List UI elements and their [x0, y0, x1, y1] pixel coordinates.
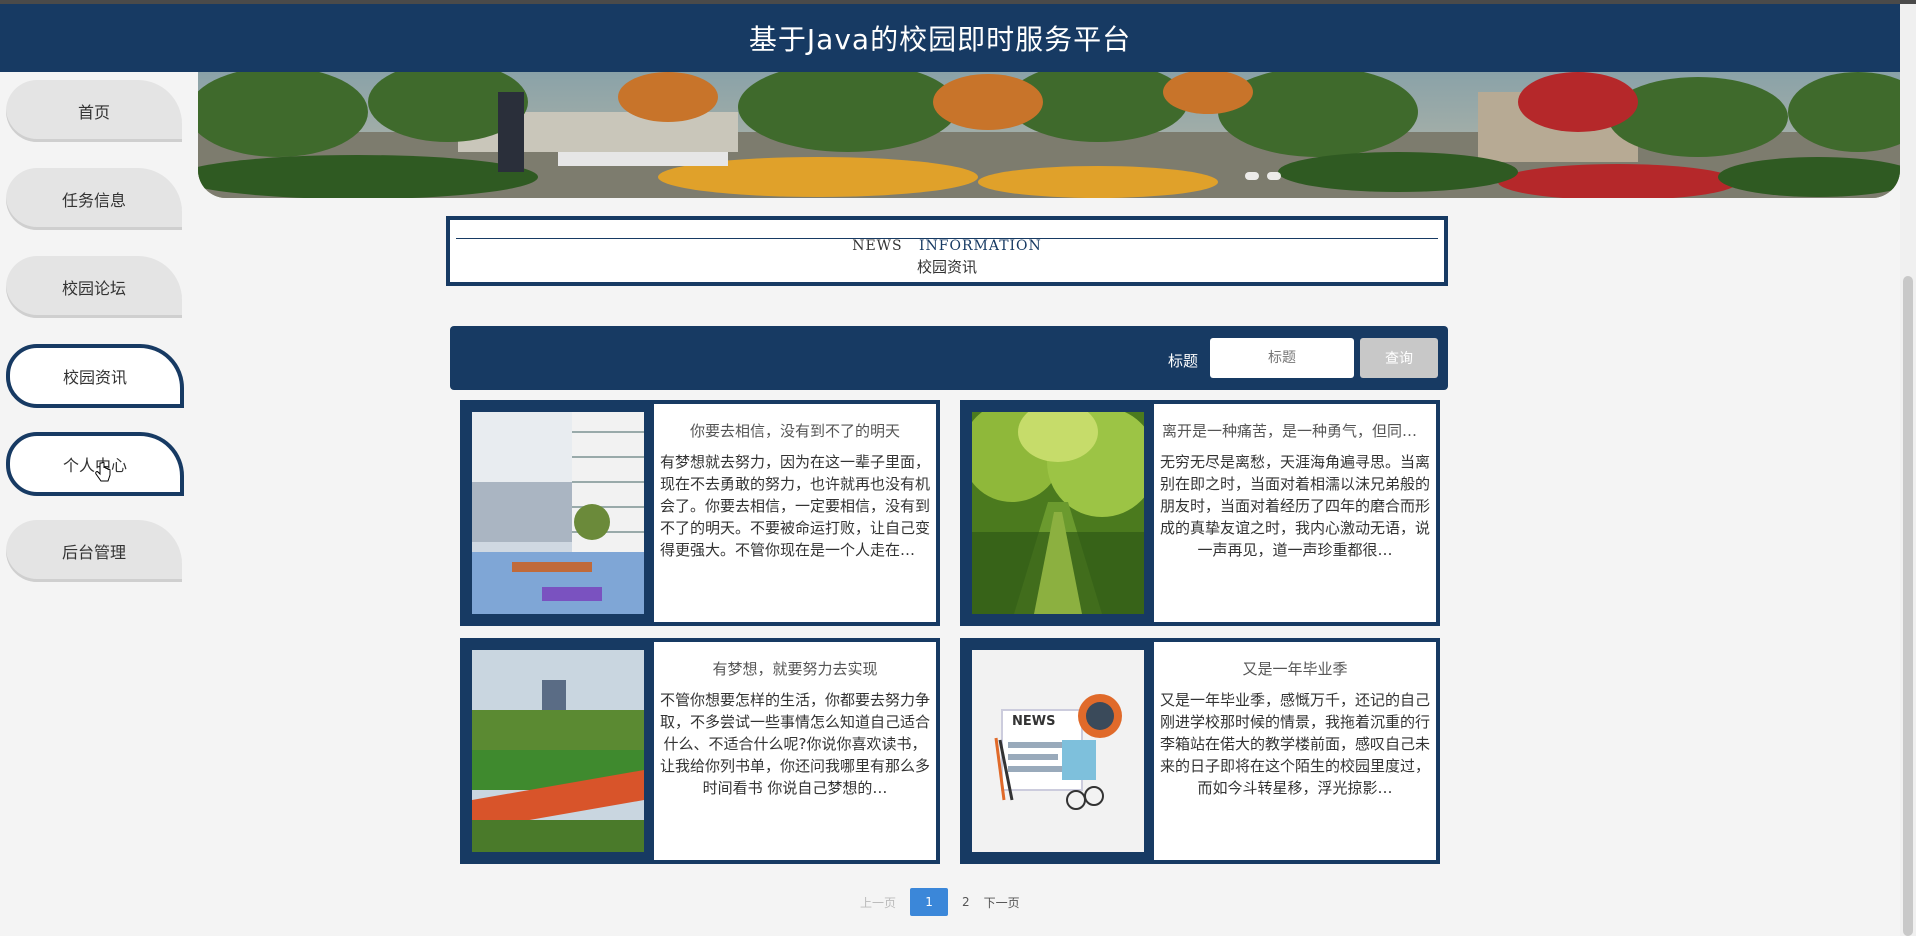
scrollbar-thumb[interactable] [1903, 276, 1913, 936]
campus-banner-image [198, 72, 1900, 198]
next-page-link[interactable]: 下一页 [984, 894, 1020, 911]
news-card-body: 你要去相信，没有到不了的明天 有梦想就去努力，因为在这一辈子里面，现在不去勇敢的… [654, 404, 936, 622]
news-card[interactable]: 离开是一种痛苦，是一种勇气，但同样也是一种希望 无穷无尽是离愁，天涯海角遍寻思。… [960, 400, 1440, 626]
sidebar-item-forum[interactable]: 校园论坛 [6, 256, 182, 318]
pagination: 上一页 1 2 下一页 [860, 888, 1020, 916]
sidebar-item-label: 后台管理 [61, 543, 126, 562]
news-card-body: 又是一年毕业季 又是一年毕业季，感慨万千，还记的自己刚进学校那时候的情景，我拖着… [1154, 642, 1436, 860]
sidebar-item-label: 校园论坛 [61, 279, 126, 298]
sidebar-item-tasks[interactable]: 任务信息 [6, 168, 182, 230]
news-card-image: NEWS [972, 650, 1144, 852]
news-card-desc: 有梦想就去努力，因为在这一辈子里面，现在不去勇敢的努力，也许就再也没有机会了。你… [660, 453, 930, 559]
page-2-button[interactable]: 2 [962, 895, 970, 909]
search-button[interactable]: 查询 [1360, 338, 1438, 378]
sidebar-item-news[interactable]: 校园资讯 [6, 344, 184, 408]
sidebar-item-label: 首页 [77, 103, 110, 122]
search-label: 标题 [1168, 352, 1199, 370]
sidebar-item-label: 校园资讯 [62, 368, 127, 387]
page-scrollbar[interactable] [1900, 4, 1916, 936]
news-card-desc: 不管你想要怎样的生活，你都要去努力争取，不多尝试一些事情怎么知道自己适合什么、不… [660, 691, 930, 797]
news-card-desc: 又是一年毕业季，感慨万千，还记的自己刚进学校那时候的情景，我拖着沉重的行李箱站在… [1160, 691, 1430, 797]
news-card-image [472, 650, 644, 852]
sidebar-item-label: 任务信息 [61, 191, 126, 210]
sidebar-item-home[interactable]: 首页 [6, 80, 182, 142]
news-card-image [472, 412, 644, 614]
news-card[interactable]: 你要去相信，没有到不了的明天 有梦想就去努力，因为在这一辈子里面，现在不去勇敢的… [460, 400, 940, 626]
site-title: 基于Java的校园即时服务平台 [748, 23, 1132, 56]
section-title-frame [456, 238, 1438, 278]
sidebar-nav: 首页 任务信息 校园论坛 校园资讯 个人中心 后台管理 [0, 72, 198, 936]
news-card-desc: 无穷无尽是离愁，天涯海角遍寻思。当离别在即之时，当面对着相濡以沫兄弟般的朋友时，… [1160, 453, 1430, 559]
news-card-title[interactable]: 有梦想，就要努力去实现 [662, 658, 928, 679]
hand-cursor-icon [95, 462, 111, 482]
carousel-dot[interactable] [1245, 172, 1259, 180]
news-card-image [972, 412, 1144, 614]
banner-carousel-dots[interactable] [1245, 172, 1281, 180]
page-1-button[interactable]: 1 [910, 888, 949, 916]
sidebar-item-admin[interactable]: 后台管理 [6, 520, 182, 582]
prev-page-link[interactable]: 上一页 [860, 894, 896, 911]
news-card-body: 有梦想，就要努力去实现 不管你想要怎样的生活，你都要去努力争取，不多尝试一些事情… [654, 642, 936, 860]
site-header: 基于Java的校园即时服务平台 [0, 4, 1900, 72]
news-card[interactable]: 有梦想，就要努力去实现 不管你想要怎样的生活，你都要去努力争取，不多尝试一些事情… [460, 638, 940, 864]
title-search-input[interactable] [1210, 338, 1354, 378]
news-card-body: 离开是一种痛苦，是一种勇气，但同样也是一种希望 无穷无尽是离愁，天涯海角遍寻思。… [1154, 404, 1436, 622]
news-search-bar: 标题 查询 [450, 326, 1448, 390]
news-section-title: NEWS INFORMATION 校园资讯 [446, 216, 1448, 286]
news-card-title[interactable]: 你要去相信，没有到不了的明天 [662, 420, 928, 441]
news-logo-mark: NEWS [1012, 714, 1056, 729]
carousel-dot[interactable] [1267, 172, 1281, 180]
news-card[interactable]: NEWS 又是一年毕业季 又是一年毕业季，感慨万千，还记的自己刚进学校那时候的情… [960, 638, 1440, 864]
news-card-title[interactable]: 又是一年毕业季 [1162, 658, 1428, 679]
news-card-title[interactable]: 离开是一种痛苦，是一种勇气，但同样也是一种希望 [1162, 420, 1428, 441]
